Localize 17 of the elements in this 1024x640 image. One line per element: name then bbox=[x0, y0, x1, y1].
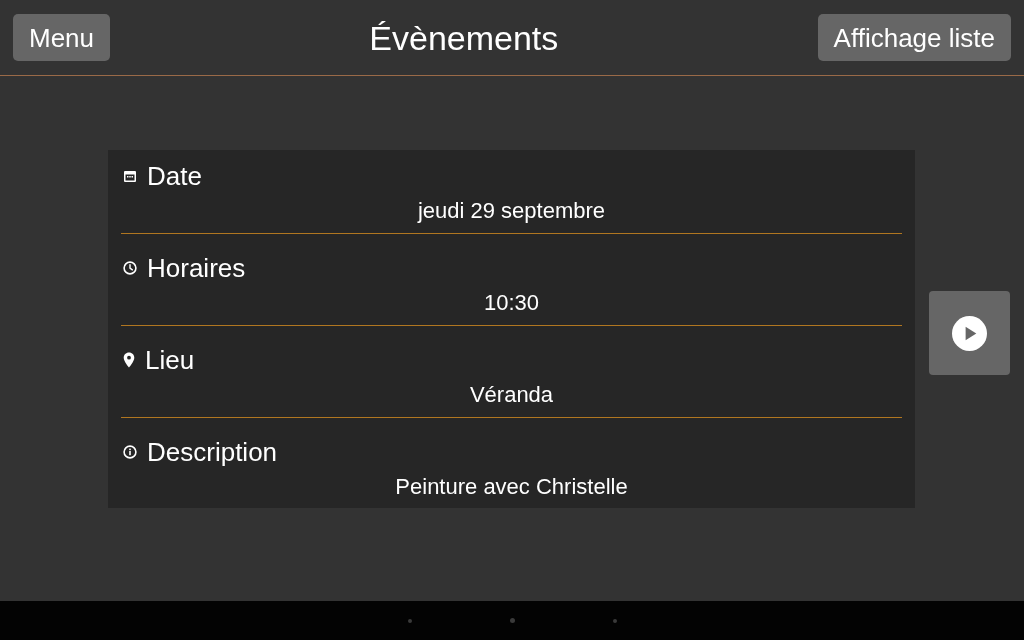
menu-button[interactable]: Menu bbox=[13, 14, 111, 61]
clock-icon bbox=[123, 261, 137, 275]
next-button[interactable] bbox=[929, 291, 1010, 375]
play-icon bbox=[952, 315, 987, 351]
field-label: Description bbox=[147, 436, 278, 468]
field-label: Horaires bbox=[147, 252, 246, 284]
page-title: Évènements bbox=[369, 20, 559, 55]
list-view-button[interactable]: Affichage liste bbox=[817, 14, 1011, 61]
field-value: jeudi 29 septembre bbox=[417, 197, 606, 225]
field-value: Véranda bbox=[469, 381, 554, 409]
field-value: Peinture avec Christelle bbox=[395, 473, 628, 501]
info-icon bbox=[123, 445, 137, 459]
calendar-icon bbox=[123, 169, 137, 183]
field-label: Lieu bbox=[145, 344, 195, 376]
map-pin-icon bbox=[123, 352, 135, 368]
field-label: Date bbox=[147, 160, 202, 192]
field-value: 10:30 bbox=[483, 289, 540, 317]
